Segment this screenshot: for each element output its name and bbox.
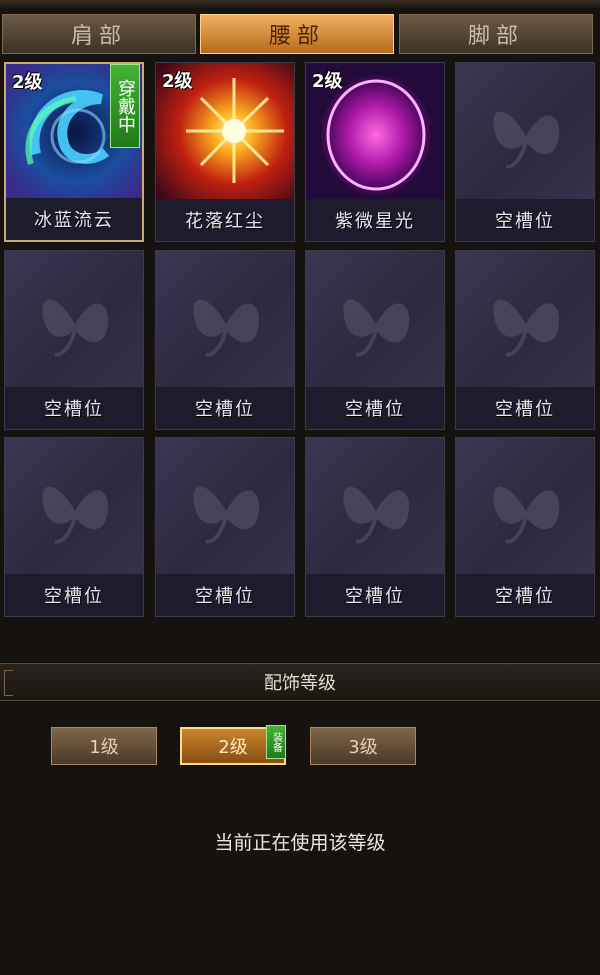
- level-3-button[interactable]: 3级: [310, 727, 416, 765]
- butterfly-icon: [493, 486, 560, 544]
- wearing-badge: 穿戴中: [110, 64, 140, 148]
- empty-slot[interactable]: 空槽位: [155, 437, 295, 617]
- empty-slot[interactable]: 空槽位: [155, 250, 295, 430]
- slot-label: 空槽位: [456, 574, 594, 616]
- slot-label: 冰蓝流云: [6, 198, 142, 240]
- slot-label: 空槽位: [456, 387, 594, 429]
- slot-label: 空槽位: [5, 574, 143, 616]
- butterfly-icon: [493, 299, 560, 357]
- category-tabs: 肩部 腰部 脚部: [0, 14, 600, 58]
- tab-waist[interactable]: 腰部: [200, 14, 394, 54]
- equipped-tag: 装备: [266, 725, 286, 759]
- butterfly-icon: [343, 299, 410, 357]
- accessory-slot-red-dust[interactable]: 2级 花落红尘: [155, 62, 295, 242]
- slot-label: 花落红尘: [156, 199, 294, 241]
- butterfly-icon: [42, 299, 109, 357]
- section-title: 配饰等级: [264, 673, 336, 694]
- butterfly-icon: [343, 486, 410, 544]
- empty-slot[interactable]: 空槽位: [305, 437, 445, 617]
- empty-slot[interactable]: 空槽位: [305, 250, 445, 430]
- slot-label: 空槽位: [156, 387, 294, 429]
- empty-slot[interactable]: 空槽位: [4, 250, 144, 430]
- butterfly-icon: [193, 486, 260, 544]
- accessory-slot-purple-star[interactable]: 2级 紫微星光: [305, 62, 445, 242]
- butterfly-icon: [493, 111, 560, 169]
- slot-label: 空槽位: [306, 574, 444, 616]
- level-badge: 2级: [12, 72, 43, 93]
- empty-slot[interactable]: 空槽位: [4, 437, 144, 617]
- slot-label: 空槽位: [156, 574, 294, 616]
- butterfly-icon: [42, 486, 109, 544]
- butterfly-icon: [193, 299, 260, 357]
- slot-label: 空槽位: [5, 387, 143, 429]
- tab-shoulder[interactable]: 肩部: [2, 14, 196, 54]
- accessory-level-header: 配饰等级: [0, 663, 600, 701]
- empty-slot[interactable]: 空槽位: [455, 62, 595, 242]
- empty-slot[interactable]: 空槽位: [455, 437, 595, 617]
- slot-label: 空槽位: [306, 387, 444, 429]
- tab-feet[interactable]: 脚部: [399, 14, 593, 54]
- level-badge: 2级: [312, 71, 343, 92]
- level-badge: 2级: [162, 71, 193, 92]
- empty-slot[interactable]: 空槽位: [455, 250, 595, 430]
- slot-label: 空槽位: [456, 199, 594, 241]
- top-frame: [0, 0, 600, 8]
- accessory-slot-ice-cloud[interactable]: 2级 穿戴中 冰蓝流云: [4, 62, 144, 242]
- status-text: 当前正在使用该等级: [214, 832, 386, 854]
- slot-label: 紫微星光: [306, 199, 444, 241]
- level-1-button[interactable]: 1级: [51, 727, 157, 765]
